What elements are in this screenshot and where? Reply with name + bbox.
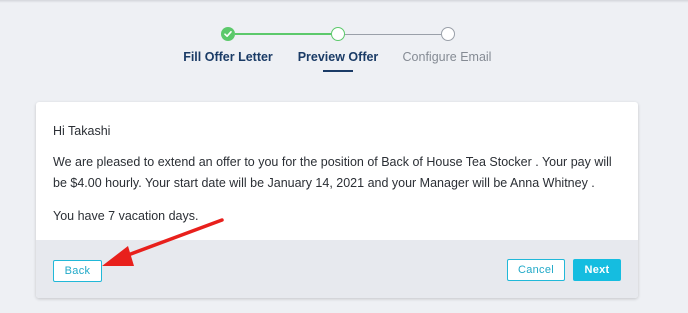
active-step-underline: [323, 70, 353, 72]
red-arrow-icon: [102, 218, 224, 266]
letter-greeting: Hi Takashi: [53, 124, 111, 138]
next-button[interactable]: Next: [573, 259, 621, 281]
step-label-fill-offer-letter[interactable]: Fill Offer Letter: [183, 50, 273, 64]
progress-stepper: Fill Offer Letter Preview Offer Configur…: [0, 0, 688, 100]
step-pending-dot-icon: [441, 27, 455, 41]
step-current-dot-icon: [331, 27, 345, 41]
stepper-line-complete: [235, 33, 331, 35]
step-complete-check-icon: [221, 27, 235, 41]
step-label-preview-offer[interactable]: Preview Offer: [298, 50, 379, 64]
cancel-button[interactable]: Cancel: [507, 259, 565, 281]
letter-body: We are pleased to extend an offer to you…: [53, 155, 612, 190]
stepper-line-pending: [345, 34, 441, 35]
step-label-configure-email[interactable]: Configure Email: [403, 50, 492, 64]
